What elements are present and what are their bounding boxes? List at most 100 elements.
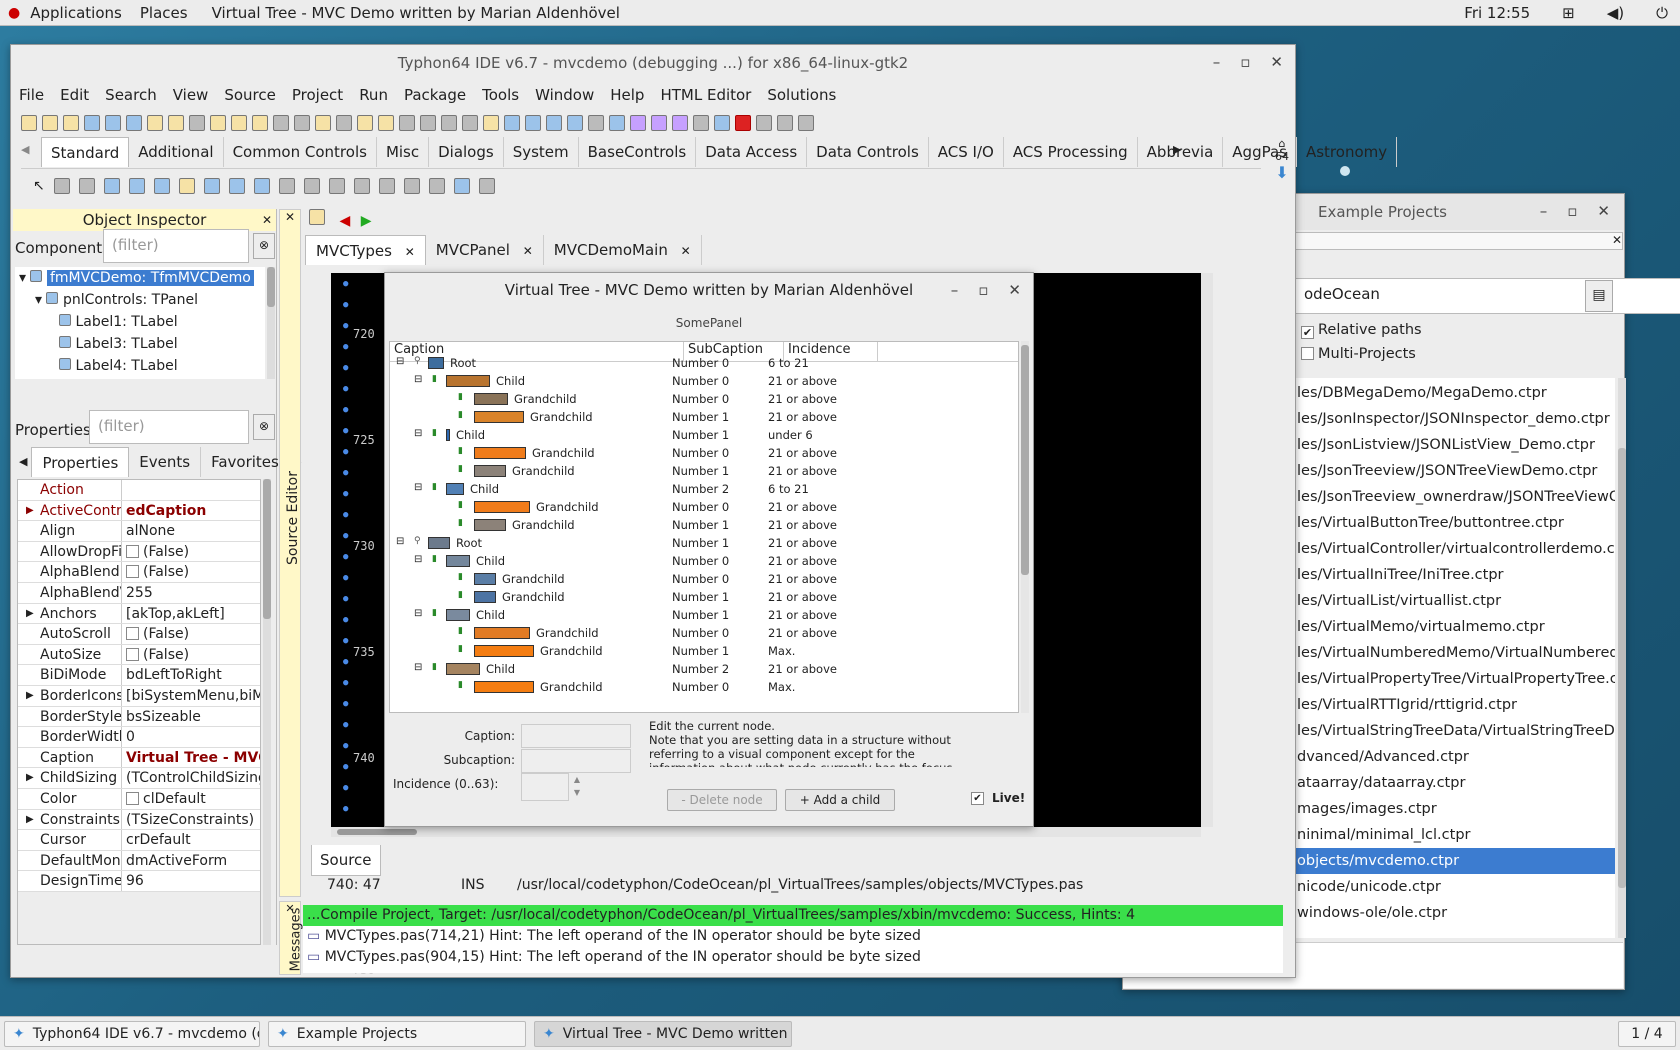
monitor-icon[interactable] (609, 115, 625, 131)
build-icon[interactable] (189, 115, 205, 131)
property-row[interactable]: ▶ActiveControledCaption (18, 500, 260, 522)
project-item[interactable]: les/VirtualPropertyTree/VirtualPropertyT… (1295, 666, 1615, 692)
forward-arrow-icon[interactable]: ▶ (361, 213, 372, 229)
tab-favorites[interactable]: Favorites (201, 447, 289, 477)
project-item[interactable]: ataarray/dataarray.ctpr (1295, 770, 1615, 796)
step-over-icon[interactable] (777, 115, 793, 131)
network-icon[interactable]: ⊞ (1562, 4, 1575, 22)
source-tab[interactable]: Source (311, 845, 381, 876)
stop-icon[interactable] (735, 115, 751, 131)
breakpoint-dot[interactable]: ● (343, 279, 348, 289)
expand-arrow-icon[interactable]: ▶ (26, 810, 34, 830)
applications-menu[interactable]: Applications (30, 4, 122, 22)
property-value[interactable]: Virtual Tree - MVC De (122, 748, 260, 768)
property-row[interactable]: Color clDefault (18, 788, 260, 810)
back-arrow-icon[interactable]: ◀ (339, 213, 350, 229)
menu-tools[interactable]: Tools (482, 86, 519, 104)
close-icon[interactable]: ✕ (1008, 281, 1021, 299)
property-value[interactable]: (False) (122, 624, 260, 644)
checkbox-icon[interactable] (126, 791, 139, 805)
property-row[interactable]: ▶ ChildSizing (TControlChildSizing) (18, 768, 260, 789)
property-row[interactable]: ▶BorderIcons[biSystemMenu,biMinimize (18, 685, 260, 707)
property-value[interactable]: crDefault (122, 830, 260, 850)
breakpoint-dot[interactable]: ● (343, 762, 348, 772)
clock[interactable]: Fri 12:55 (1464, 4, 1530, 22)
expand-arrow-icon[interactable]: ▶ (26, 768, 34, 788)
compile-icon[interactable] (525, 115, 541, 131)
pointer-icon[interactable]: ↖ (33, 178, 45, 194)
breakpoint-dot[interactable]: ● (343, 636, 348, 646)
editor-menu-icon[interactable] (309, 209, 325, 225)
menu-view[interactable]: View (173, 86, 209, 104)
forms-icon[interactable] (378, 115, 394, 131)
delete-node-button[interactable]: - Delete node (667, 789, 777, 811)
step-out-icon[interactable] (798, 115, 814, 131)
property-scrollbar[interactable] (263, 479, 271, 945)
palette-tab-standard[interactable]: Standard (41, 137, 130, 167)
incidence-spinner[interactable]: ▲ ▼ (571, 773, 583, 801)
arch-indicator[interactable]: ⌂ 64 ⬇ (1271, 137, 1293, 182)
layout-icon[interactable] (399, 115, 415, 131)
project-item[interactable]: windows-ole/ole.ctpr (1295, 900, 1615, 926)
breakpoint-dot[interactable]: ● (343, 699, 348, 709)
message-success[interactable]: ...Compile Project, Target: /usr/local/c… (303, 905, 1283, 926)
palette-tab-basecontrols[interactable]: BaseControls (579, 137, 697, 167)
property-value[interactable]: bdLeftToRight (122, 665, 260, 685)
property-value[interactable]: (False) (122, 542, 260, 562)
project-item[interactable]: les/VirtualController/virtualcontrollerd… (1295, 536, 1615, 562)
tile-icon[interactable] (441, 115, 457, 131)
components-filter-input[interactable]: (filter) (103, 229, 249, 263)
lib-icon[interactable] (462, 115, 478, 131)
tab-mvctypes[interactable]: MVCTypes ✕ (305, 235, 426, 265)
breakpoint-dot[interactable]: ● (343, 720, 348, 730)
property-row[interactable]: BiDiMode bdLeftToRight (18, 665, 260, 686)
close-icon[interactable]: ✕ (262, 209, 272, 231)
menu-html-editor[interactable]: HTML Editor (660, 86, 751, 104)
collapse-icon[interactable]: ⊟ (414, 428, 422, 439)
breakpoint-dot[interactable]: ● (343, 468, 348, 478)
palette-tab-acs-processing[interactable]: ACS Processing (1004, 137, 1138, 167)
project-item[interactable]: mages/images.ctpr (1295, 796, 1615, 822)
view-forms-icon[interactable] (273, 115, 289, 131)
editor-hscrollbar[interactable] (331, 827, 1201, 837)
close-icon[interactable]: ✕ (1270, 53, 1283, 71)
tree-row[interactable]: ▮ Grandchild Number 1 21 or above (390, 516, 1018, 534)
memo-icon[interactable] (178, 178, 195, 194)
breakpoint-dot[interactable]: ● (343, 741, 348, 751)
tree-row[interactable]: ▮ Grandchild Number 0 21 or above (390, 390, 1018, 408)
listbox-icon[interactable] (278, 178, 295, 194)
component-tree[interactable]: ▾ fmMVCDemo: TfmMVCDemo ▾ pnlControls: T… (15, 267, 265, 379)
expand-arrow-icon[interactable]: ▶ (26, 604, 34, 624)
debug-icon[interactable] (630, 115, 646, 131)
clear-filter-icon[interactable]: ⊗ (253, 233, 275, 259)
units-icon[interactable] (357, 115, 373, 131)
project-icon[interactable] (504, 115, 520, 131)
add-child-button[interactable]: + Add a child (785, 789, 895, 811)
checkbox-icon[interactable] (126, 627, 139, 641)
property-value[interactable]: 0 (122, 727, 260, 747)
project-item[interactable]: objects/mvcdemo.ctpr (1295, 848, 1615, 874)
breakpoint-dot[interactable]: ● (343, 552, 348, 562)
menu-solutions[interactable]: Solutions (767, 86, 836, 104)
palette-tab-data-access[interactable]: Data Access (696, 137, 808, 167)
project-item[interactable]: les/JsonTreeview/JSONTreeViewDemo.ctpr (1295, 458, 1615, 484)
tree-row[interactable]: ▮ Grandchild Number 1 21 or above (390, 462, 1018, 480)
tree-row[interactable]: ▮ Grandchild Number 1 21 or above (390, 408, 1018, 426)
breakpoint-dot[interactable]: ● (343, 678, 348, 688)
breakpoint-dot[interactable]: ● (343, 384, 348, 394)
popupmenu-icon[interactable] (78, 178, 95, 194)
package-run-icon[interactable] (252, 115, 268, 131)
collapse-icon[interactable]: ⊟ (396, 536, 404, 547)
save-all-icon[interactable] (294, 115, 310, 131)
menu-help[interactable]: Help (610, 86, 644, 104)
property-value[interactable]: (False) (122, 645, 260, 665)
collapse-icon[interactable]: ⊟ (414, 482, 422, 493)
tab-properties[interactable]: Properties (31, 447, 130, 477)
menu-run[interactable]: Run (359, 86, 388, 104)
subcaption-input[interactable] (521, 749, 631, 773)
message-hint[interactable]: ▭ MVCTypes.pas(714,21) Hint: The left op… (303, 926, 1283, 947)
breakpoint-dot[interactable]: ● (343, 363, 348, 373)
breakpoint-dot[interactable]: ● (343, 342, 348, 352)
tree-row[interactable]: ⊟ ▮ Child Number 1 21 or above (390, 606, 1018, 624)
virtual-string-tree[interactable]: Caption SubCaption Incidence ⊟ ⚲ Root Numbe… (389, 341, 1019, 713)
